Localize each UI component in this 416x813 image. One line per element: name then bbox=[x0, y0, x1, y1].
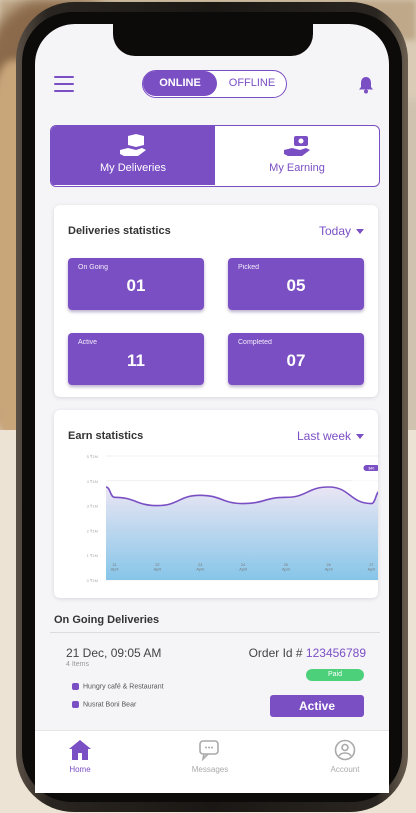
deliveries-statistics-title: Deliveries statistics bbox=[68, 225, 171, 237]
y-tick-label: 0 ₹1M bbox=[87, 578, 98, 583]
phone-notch bbox=[113, 22, 313, 56]
chevron-down-icon bbox=[356, 434, 364, 440]
ongoing-deliveries-title: On Going Deliveries bbox=[54, 614, 160, 626]
delivery-items-count: 4 Items bbox=[66, 661, 89, 668]
order-id: Order Id # 123456789 bbox=[249, 646, 366, 660]
stat-value: 07 bbox=[286, 351, 306, 370]
divider bbox=[50, 632, 380, 633]
earn-statistics-title: Earn statistics bbox=[68, 430, 144, 442]
stat-box-active[interactable]: Active 11 bbox=[68, 333, 204, 385]
person-icon bbox=[72, 701, 79, 708]
hamburger-menu-icon[interactable] bbox=[54, 76, 74, 92]
restaurant-name: Hungry café & Restaurant bbox=[83, 683, 164, 691]
chevron-down-icon bbox=[356, 229, 364, 235]
tab-label: My Deliveries bbox=[99, 162, 166, 174]
earning-icon bbox=[284, 136, 310, 156]
tab-label: My Earning bbox=[269, 162, 325, 174]
payment-status-badge: Paid bbox=[306, 669, 364, 681]
restaurant-row: Hungry café & Restaurant bbox=[72, 683, 164, 690]
nav-label: Account bbox=[330, 765, 360, 774]
highlight-badge-label: $40 bbox=[369, 467, 375, 471]
stat-label: Picked bbox=[238, 264, 260, 271]
stat-box-on-going[interactable]: On Going 01 bbox=[68, 258, 204, 310]
online-option[interactable]: ONLINE bbox=[143, 71, 217, 96]
bell-icon[interactable] bbox=[358, 76, 374, 94]
stat-value: 11 bbox=[127, 351, 145, 370]
tab-my-earning[interactable]: My Earning bbox=[215, 126, 379, 185]
stat-value: 05 bbox=[286, 276, 306, 295]
stat-label: Active bbox=[78, 339, 98, 346]
store-icon bbox=[72, 683, 79, 690]
nav-account[interactable]: Account bbox=[305, 739, 385, 774]
customer-row: Nusrat Boni Bear bbox=[72, 701, 136, 708]
y-tick-label: 2 ₹1M bbox=[87, 528, 98, 533]
stat-value: 01 bbox=[126, 276, 146, 295]
y-tick-label: 1 ₹1M bbox=[87, 553, 98, 558]
order-id-number[interactable]: 123456789 bbox=[306, 646, 366, 660]
online-offline-toggle[interactable]: ONLINE OFFLINE bbox=[142, 70, 287, 98]
period-value: Today bbox=[318, 224, 351, 238]
earn-period-dropdown[interactable]: Last week bbox=[297, 429, 364, 443]
stat-box-picked[interactable]: Picked 05 bbox=[228, 258, 364, 310]
home-icon bbox=[69, 740, 91, 760]
stat-label: Completed bbox=[238, 339, 272, 346]
offline-option[interactable]: OFFLINE bbox=[219, 71, 285, 96]
nav-label: Home bbox=[69, 765, 91, 774]
delivery-box-icon bbox=[120, 134, 146, 156]
period-dropdown[interactable]: Today bbox=[319, 224, 364, 238]
nav-messages[interactable]: Messages bbox=[170, 739, 250, 774]
nav-label: Messages bbox=[191, 765, 229, 774]
y-tick-label: 3 ₹1M bbox=[87, 504, 98, 509]
active-status-button[interactable]: Active bbox=[270, 695, 364, 717]
earn-statistics-card: Earn statistics Last week 0 ₹1M 1 ₹1M 2 ₹1… bbox=[54, 410, 378, 598]
earn-period-value: Last week bbox=[296, 429, 351, 443]
y-tick-label: 4 ₹1M bbox=[87, 479, 98, 484]
account-icon bbox=[334, 739, 356, 761]
nav-home[interactable]: Home bbox=[40, 739, 120, 774]
deliveries-statistics-card: Deliveries statistics Today On Going 01 … bbox=[54, 205, 378, 397]
bottom-navigation: Home Messages Account bbox=[35, 730, 389, 793]
tab-my-deliveries[interactable]: My Deliveries bbox=[51, 126, 215, 185]
delivery-datetime: 21 Dec, 09:05 AM bbox=[66, 646, 162, 660]
y-tick-label: 5 ₹1M bbox=[87, 454, 98, 459]
messages-icon bbox=[199, 740, 219, 761]
stat-label: On Going bbox=[78, 264, 108, 271]
customer-name: Nusrat Boni Bear bbox=[83, 701, 137, 709]
order-id-label: Order Id # bbox=[248, 646, 306, 660]
stat-box-completed[interactable]: Completed 07 bbox=[228, 333, 364, 385]
main-tabs: My Deliveries My Earning bbox=[50, 125, 380, 187]
earn-chart: 0 ₹1M1 ₹1M2 ₹1M3 ₹1M4 ₹1M5 ₹1M$4021 April… bbox=[87, 454, 378, 583]
